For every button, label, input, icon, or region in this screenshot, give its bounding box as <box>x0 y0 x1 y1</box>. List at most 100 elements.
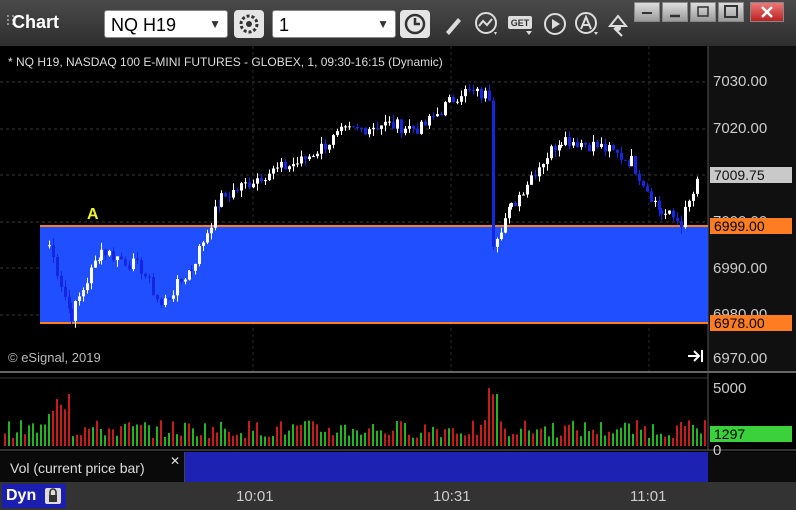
candle-body <box>404 128 407 134</box>
candle-body <box>198 245 201 264</box>
candle-body <box>68 296 71 309</box>
volume-bar <box>696 428 698 446</box>
price-chart[interactable] <box>0 46 796 510</box>
candle-body <box>180 279 183 282</box>
volume-bar <box>112 429 114 446</box>
candle-body <box>248 182 251 188</box>
volume-bar <box>532 433 534 446</box>
candle-body <box>568 137 571 146</box>
candle-body <box>206 233 209 243</box>
maximize-icon <box>724 5 738 18</box>
candle-body <box>144 273 147 277</box>
candle-body <box>588 144 591 152</box>
candle-body <box>164 298 167 305</box>
volume-bar <box>436 429 438 446</box>
volume-bar <box>368 428 370 446</box>
candle-body <box>194 263 197 271</box>
candle-body <box>252 183 255 188</box>
y-tick: 6970.00 <box>713 350 768 367</box>
volume-bar <box>348 435 350 446</box>
candle-body <box>268 173 271 181</box>
volume-bar <box>448 428 450 446</box>
volume-bar <box>196 436 198 446</box>
maximize-button[interactable] <box>718 2 744 22</box>
volume-bar <box>568 424 570 446</box>
candle-body <box>492 100 495 247</box>
chart-area[interactable]: * NQ H19, NASDAQ 100 E-MINI FUTURES - GL… <box>0 46 796 510</box>
volume-bar <box>132 426 134 446</box>
volume-bar <box>264 436 266 446</box>
volume-bar <box>216 432 218 446</box>
volume-bar <box>616 429 618 446</box>
candle-body <box>642 180 645 187</box>
candle-body <box>400 119 403 134</box>
scroll-to-end-button[interactable] <box>686 348 706 364</box>
volume-bar <box>144 422 146 446</box>
volume-bar <box>8 421 10 446</box>
candle-body <box>90 267 93 284</box>
restore-button[interactable] <box>690 2 716 22</box>
dynamic-mode-toggle[interactable]: Dyn <box>2 484 66 508</box>
volume-bar <box>500 421 502 446</box>
volume-bar <box>524 420 526 446</box>
close-button[interactable] <box>750 2 784 22</box>
interval-combo[interactable]: 1 ▼ <box>272 10 396 38</box>
upper-level-tag[interactable]: 6999.00 <box>710 218 792 234</box>
close-icon <box>761 6 773 18</box>
candle-body <box>680 221 683 228</box>
chevron-down-icon: ▼ <box>209 17 221 31</box>
volume-bar <box>364 432 366 446</box>
candle-body <box>82 290 85 297</box>
candle-body <box>612 144 615 150</box>
draw-button[interactable] <box>438 10 468 38</box>
lower-level-tag[interactable]: 6978.00 <box>710 315 792 331</box>
candle-body <box>128 265 131 270</box>
volume-bar <box>100 428 102 446</box>
candle-body <box>514 203 517 207</box>
volume-bar <box>12 437 14 446</box>
link-button[interactable] <box>604 10 634 38</box>
volume-bar <box>384 433 386 446</box>
alert-button[interactable] <box>572 10 602 38</box>
volume-bar <box>544 426 546 446</box>
volume-bar <box>492 394 494 446</box>
volume-bar <box>180 435 182 446</box>
candle-body <box>616 149 619 153</box>
volume-bar <box>48 414 50 446</box>
candle-body <box>572 142 575 146</box>
volume-bar <box>208 437 210 446</box>
candle-body <box>360 127 363 129</box>
minimize-button[interactable] <box>662 2 688 22</box>
candle-body <box>580 142 583 148</box>
volume-bar <box>468 434 470 446</box>
candle-body <box>538 167 541 177</box>
studies-button[interactable] <box>472 10 502 38</box>
annotation-label[interactable]: A <box>87 206 99 224</box>
volume-bar <box>556 437 558 446</box>
volume-bar <box>200 435 202 446</box>
close-icon[interactable]: ✕ <box>170 454 180 468</box>
volume-bar <box>636 420 638 446</box>
play-icon <box>544 13 566 35</box>
volume-study-label[interactable]: Vol (current price bar) ✕ <box>0 452 185 482</box>
time-button[interactable] <box>400 10 430 38</box>
pin-button[interactable] <box>634 2 660 22</box>
candle-body <box>236 190 239 192</box>
candle-body <box>98 260 101 262</box>
settings-button[interactable] <box>234 10 264 38</box>
candle-body <box>188 270 191 280</box>
volume-bar <box>324 431 326 446</box>
volume-bar <box>584 422 586 446</box>
get-button[interactable]: GET <box>506 10 536 38</box>
y-tick: 6990.00 <box>713 260 768 277</box>
candle-body <box>284 161 287 170</box>
volume-bar <box>560 435 562 446</box>
candle-body <box>480 88 483 99</box>
volume-bar <box>116 435 118 446</box>
alert-a-icon <box>575 12 598 35</box>
volume-bar <box>592 429 594 446</box>
volume-bar <box>80 435 82 446</box>
symbol-combo[interactable]: NQ H19 ▼ <box>104 10 228 38</box>
candle-body <box>500 232 503 240</box>
play-button[interactable] <box>540 10 570 38</box>
